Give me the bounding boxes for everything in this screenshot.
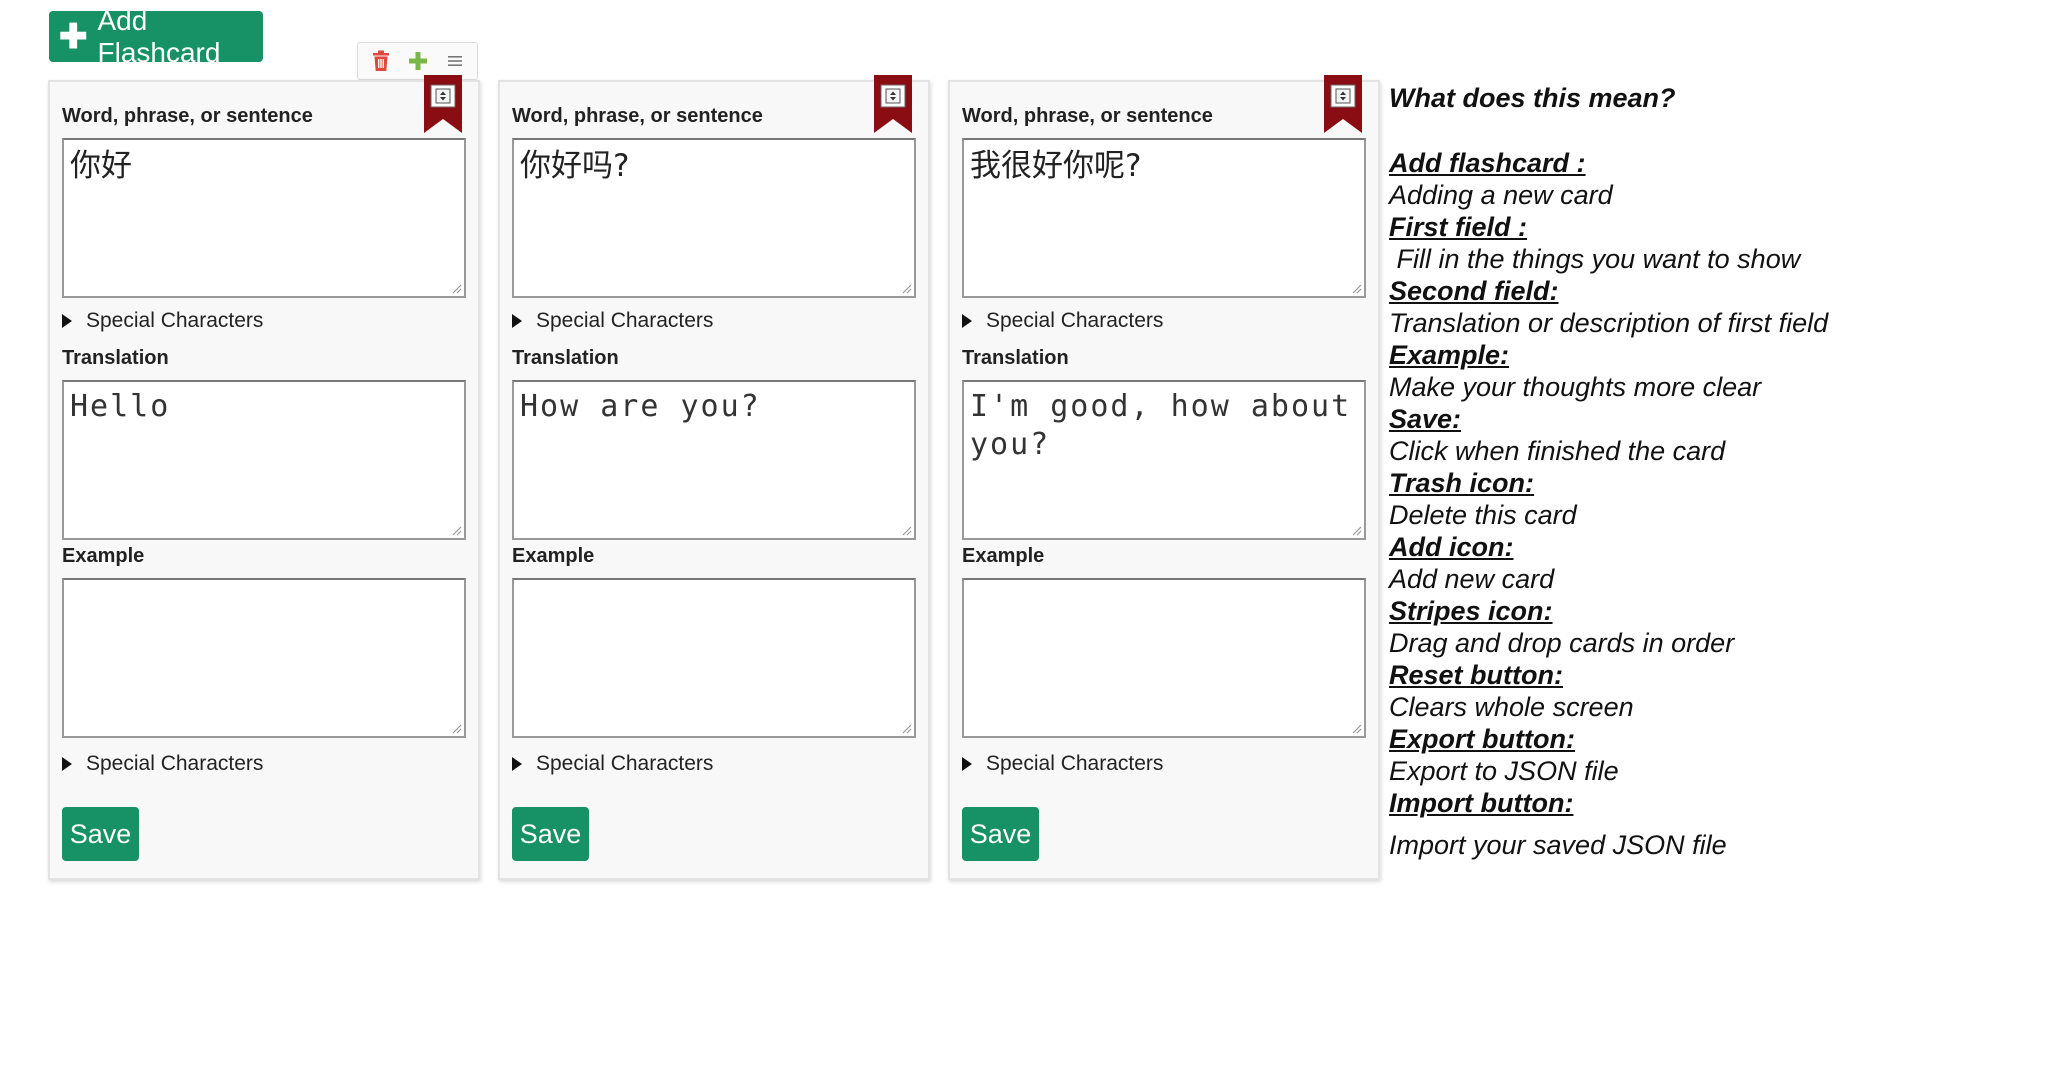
help-term: Reset button:	[1389, 660, 1563, 690]
help-term: First field :	[1389, 212, 1528, 242]
translation-label: Translation	[962, 347, 1069, 369]
translation-label: Translation	[62, 347, 169, 369]
help-description: Drag and drop cards in order	[1389, 628, 1735, 658]
example-label: Example	[962, 545, 1045, 567]
flashcard-2: Word, phrase, or sentence 你好吗? Special C…	[498, 75, 930, 880]
help-term: Trash icon:	[1389, 468, 1535, 498]
example-label: Example	[512, 545, 595, 567]
word-field[interactable]: 我很好你呢?	[962, 138, 1366, 298]
translation-field-value: I'm good, how about you?	[970, 389, 1352, 462]
special-characters-label: Special Characters	[986, 752, 1164, 775]
help-term: Example:	[1389, 340, 1510, 370]
help-description: Import your saved JSON file	[1389, 830, 1727, 860]
save-button[interactable]: Save	[962, 807, 1039, 861]
trash-icon[interactable]	[366, 46, 396, 76]
translation-field[interactable]: I'm good, how about you?	[962, 380, 1366, 540]
bookmark-ribbon-icon[interactable]	[424, 75, 462, 133]
help-description: Click when finished the card	[1389, 436, 1726, 466]
help-description: Make your thoughts more clear	[1389, 372, 1762, 402]
disclosure-triangle-icon	[962, 757, 972, 771]
special-characters-label: Special Characters	[86, 309, 264, 332]
add-flashcard-button[interactable]: ✚ Add Flashcard	[49, 5, 263, 68]
special-characters-toggle[interactable]: Special Characters	[962, 752, 1163, 776]
example-field[interactable]	[62, 578, 466, 738]
disclosure-triangle-icon	[512, 757, 522, 771]
resize-grip-icon[interactable]	[900, 282, 912, 294]
word-label: Word, phrase, or sentence	[62, 105, 313, 127]
translation-field-value: Hello	[70, 389, 171, 424]
special-characters-toggle[interactable]: Special Characters	[512, 752, 713, 776]
disclosure-triangle-icon	[62, 757, 72, 771]
resize-grip-icon[interactable]	[450, 524, 462, 536]
help-description: Fill in the things you want to show	[1389, 244, 1801, 274]
example-field[interactable]	[962, 578, 1366, 738]
help-title: What does this mean?	[1389, 83, 1676, 113]
plus-icon[interactable]	[403, 46, 433, 76]
help-description: Translation or description of first fiel…	[1389, 308, 1829, 338]
help-term: Add flashcard :	[1389, 148, 1586, 178]
save-button[interactable]: Save	[512, 807, 589, 861]
word-label: Word, phrase, or sentence	[512, 105, 763, 127]
resize-grip-icon[interactable]	[900, 722, 912, 734]
help-term: Second field:	[1389, 276, 1559, 306]
bookmark-ribbon-icon[interactable]	[874, 75, 912, 133]
special-characters-label: Special Characters	[86, 752, 264, 775]
help-term: Save:	[1389, 404, 1462, 434]
word-field-value: 你好	[70, 148, 132, 184]
help-description: Delete this card	[1389, 500, 1577, 530]
special-characters-toggle[interactable]: Special Characters	[962, 309, 1163, 333]
help-term: Stripes icon:	[1389, 596, 1553, 626]
flashcard-1: Word, phrase, or sentence 你好 Special Cha…	[48, 75, 480, 880]
special-characters-toggle[interactable]: Special Characters	[62, 752, 263, 776]
resize-grip-icon[interactable]	[900, 524, 912, 536]
special-characters-toggle[interactable]: Special Characters	[512, 309, 713, 333]
flashcard-3: Word, phrase, or sentence 我很好你呢? Special…	[948, 75, 1380, 880]
word-label: Word, phrase, or sentence	[962, 105, 1213, 127]
word-field[interactable]: 你好吗?	[512, 138, 916, 298]
example-label: Example	[62, 545, 145, 567]
disclosure-triangle-icon	[62, 314, 72, 328]
save-button[interactable]: Save	[62, 807, 139, 861]
stripes-icon[interactable]	[440, 46, 470, 76]
plus-icon: ✚	[59, 17, 88, 56]
translation-field-value: How are you?	[520, 389, 761, 424]
help-description: Clears whole screen	[1389, 692, 1634, 722]
help-description: Export to JSON file	[1389, 756, 1619, 786]
word-field-value: 我很好你呢?	[970, 148, 1142, 184]
help-description: Add new card	[1389, 564, 1555, 594]
resize-grip-icon[interactable]	[1350, 524, 1362, 536]
help-panel: What does this mean? Add flashcard : Add…	[1389, 83, 2029, 861]
special-characters-label: Special Characters	[536, 752, 714, 775]
resize-grip-icon[interactable]	[450, 722, 462, 734]
help-term: Add icon:	[1389, 532, 1514, 562]
word-field-value: 你好吗?	[520, 148, 630, 184]
bookmark-ribbon-icon[interactable]	[1324, 75, 1362, 133]
word-field[interactable]: 你好	[62, 138, 466, 298]
resize-grip-icon[interactable]	[450, 282, 462, 294]
help-description: Adding a new card	[1389, 180, 1613, 210]
disclosure-triangle-icon	[962, 314, 972, 328]
translation-field[interactable]: Hello	[62, 380, 466, 540]
resize-grip-icon[interactable]	[1350, 722, 1362, 734]
translation-field[interactable]: How are you?	[512, 380, 916, 540]
add-flashcard-label: Add Flashcard	[97, 4, 221, 68]
help-term: Export button:	[1389, 724, 1575, 754]
translation-label: Translation	[512, 347, 619, 369]
special-characters-toggle[interactable]: Special Characters	[62, 309, 263, 333]
disclosure-triangle-icon	[512, 314, 522, 328]
help-term: Import button:	[1389, 788, 1574, 818]
resize-grip-icon[interactable]	[1350, 282, 1362, 294]
example-field[interactable]	[512, 578, 916, 738]
special-characters-label: Special Characters	[986, 309, 1164, 332]
special-characters-label: Special Characters	[536, 309, 714, 332]
